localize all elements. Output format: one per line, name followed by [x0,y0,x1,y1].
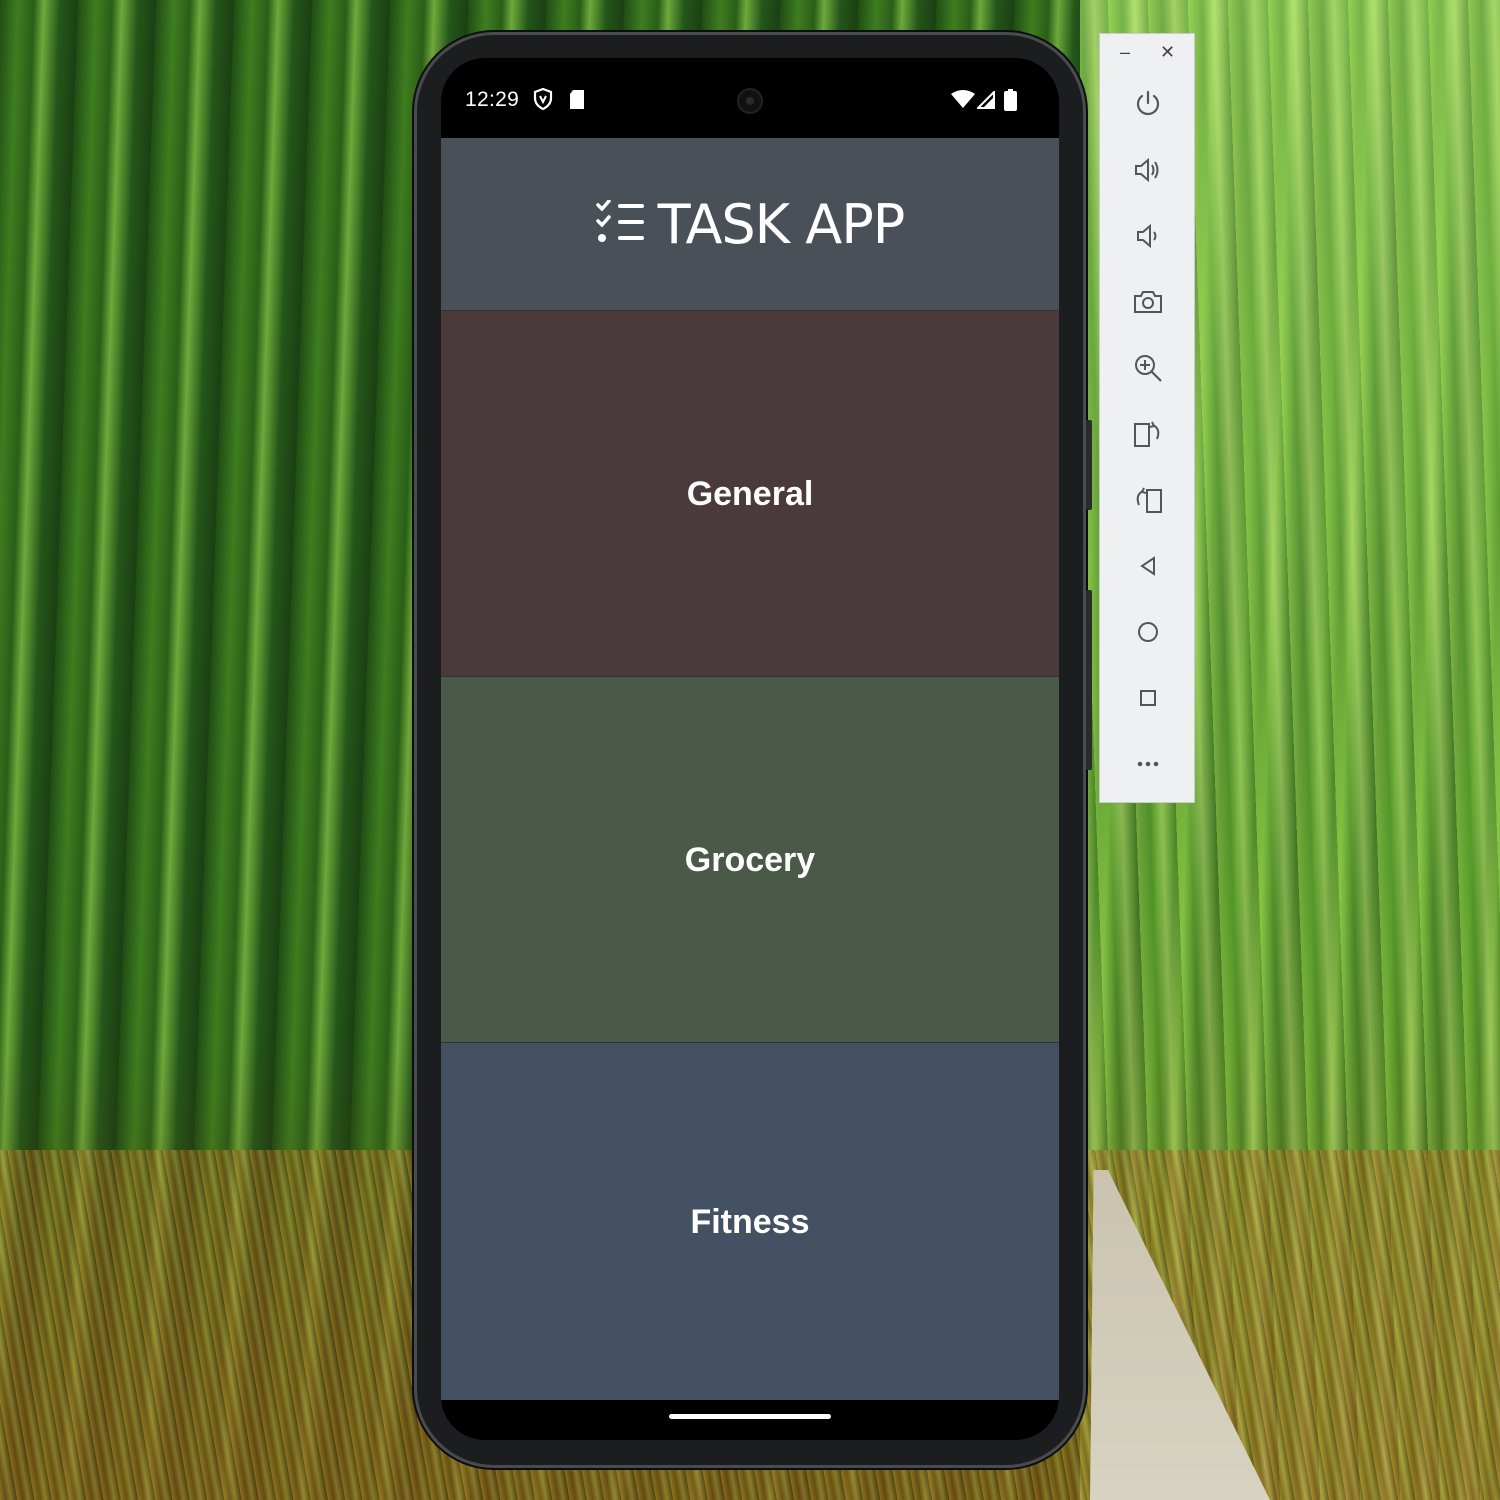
volume-up-icon [1135,157,1159,183]
status-time: 12:29 [465,88,520,111]
more-icon [1137,761,1159,767]
battery-icon [1004,89,1017,116]
power-icon [1136,90,1160,116]
overview-button[interactable] [1128,678,1168,718]
gesture-nav-bar [441,1400,1059,1440]
category-general[interactable]: General [441,310,1059,677]
shield-icon [533,87,553,115]
rotate-right-button[interactable] [1128,414,1168,454]
category-label: Fitness [690,1202,810,1241]
rotate-left-icon [1136,487,1162,513]
checklist-icon [595,198,646,249]
category-label: General [686,474,814,513]
emulator-toolbar: – ✕ [1099,33,1195,803]
zoom-button[interactable] [1128,348,1168,388]
rotate-left-button[interactable] [1128,480,1168,520]
minimize-icon[interactable]: – [1120,42,1130,63]
power-button[interactable] [1128,84,1168,124]
rotate-right-icon [1134,421,1160,447]
phone-screen: 12:29 TASK APP General Grocery Fitness [441,58,1059,1440]
phone-side-button [1086,420,1092,510]
volume-down-icon [1137,223,1157,249]
back-button[interactable] [1128,546,1168,586]
home-gesture-handle[interactable] [669,1414,831,1419]
category-grocery[interactable]: Grocery [441,676,1059,1043]
app-header: TASK APP [441,138,1059,310]
cell-signal-icon [975,89,995,114]
front-camera [737,88,763,114]
home-icon [1138,622,1158,642]
category-label: Grocery [684,840,816,879]
more-button[interactable] [1128,744,1168,784]
home-button[interactable] [1128,612,1168,652]
app-title: TASK APP [657,192,906,256]
close-icon[interactable]: ✕ [1160,42,1175,63]
category-fitness[interactable]: Fitness [441,1042,1059,1401]
volume-down-button[interactable] [1128,216,1168,256]
task-app: TASK APP General Grocery Fitness [441,138,1059,1401]
app-logo: TASK APP [595,192,906,256]
status-bar: 12:29 [441,58,1059,138]
phone-side-button [1086,590,1092,770]
screenshot-button[interactable] [1128,282,1168,322]
sd-card-icon [569,90,585,115]
back-icon [1140,556,1155,576]
wifi-icon [951,90,975,113]
overview-icon [1140,690,1156,706]
zoom-icon [1135,355,1162,382]
camera-icon [1134,291,1162,313]
volume-up-button[interactable] [1128,150,1168,190]
